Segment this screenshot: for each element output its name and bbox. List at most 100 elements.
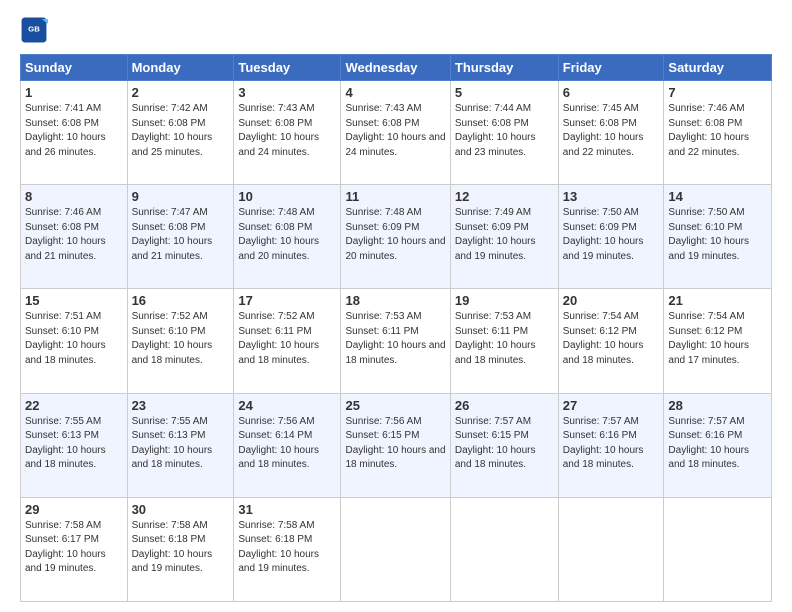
- calendar-cell: 13 Sunrise: 7:50 AMSunset: 6:09 PMDayligh…: [558, 185, 664, 289]
- cell-day-number: 17: [238, 293, 336, 308]
- cell-info: Sunrise: 7:46 AMSunset: 6:08 PMDaylight:…: [25, 206, 123, 264]
- cell-info: Sunrise: 7:51 AMSunset: 6:10 PMDaylight:…: [25, 310, 123, 368]
- cell-day-number: 31: [238, 502, 336, 517]
- weekday-header-friday: Friday: [558, 55, 664, 81]
- cell-day-number: 1: [25, 85, 123, 100]
- cell-info: Sunrise: 7:54 AMSunset: 6:12 PMDaylight:…: [668, 310, 767, 368]
- calendar-body: 1 Sunrise: 7:41 AMSunset: 6:08 PMDaylight…: [21, 81, 772, 602]
- calendar-cell: 18Sunrise: 7:53 AMSunset: 6:11 PMDayligh…: [341, 289, 450, 393]
- cell-info: Sunrise: 7:57 AMSunset: 6:16 PMDaylight:…: [563, 415, 660, 473]
- cell-day-number: 2: [132, 85, 230, 100]
- calendar-cell: 16 Sunrise: 7:52 AMSunset: 6:10 PMDayligh…: [127, 289, 234, 393]
- cell-day-number: 27: [563, 398, 660, 413]
- svg-text:GB: GB: [28, 25, 40, 34]
- calendar-cell: 15 Sunrise: 7:51 AMSunset: 6:10 PMDayligh…: [21, 289, 128, 393]
- cell-info: Sunrise: 7:53 AMSunset: 6:11 PMDaylight:…: [455, 310, 554, 368]
- calendar-table: SundayMondayTuesdayWednesdayThursdayFrid…: [20, 54, 772, 602]
- calendar-cell: 1 Sunrise: 7:41 AMSunset: 6:08 PMDaylight…: [21, 81, 128, 185]
- cell-day-number: 18: [345, 293, 445, 308]
- cell-info: Sunrise: 7:56 AMSunset: 6:14 PMDaylight:…: [238, 415, 336, 473]
- cell-day-number: 20: [563, 293, 660, 308]
- calendar-cell: 14Sunrise: 7:50 AMSunset: 6:10 PMDayligh…: [664, 185, 772, 289]
- cell-day-number: 23: [132, 398, 230, 413]
- week-row: 8Sunrise: 7:46 AMSunset: 6:08 PMDaylight…: [21, 185, 772, 289]
- calendar-cell: 10 Sunrise: 7:48 AMSunset: 6:08 PMDayligh…: [234, 185, 341, 289]
- header: GB: [20, 16, 772, 44]
- calendar-cell: 7 Sunrise: 7:46 AMSunset: 6:08 PMDaylight…: [664, 81, 772, 185]
- page: GB SundayMondayTuesdayWednesdayThursdayF…: [0, 0, 792, 612]
- calendar-cell: 26Sunrise: 7:57 AMSunset: 6:15 PMDayligh…: [450, 393, 558, 497]
- week-row: 1 Sunrise: 7:41 AMSunset: 6:08 PMDaylight…: [21, 81, 772, 185]
- calendar-cell: 30 Sunrise: 7:58 AMSunset: 6:18 PMDayligh…: [127, 497, 234, 601]
- cell-info: Sunrise: 7:41 AMSunset: 6:08 PMDaylight:…: [25, 102, 123, 160]
- cell-day-number: 29: [25, 502, 123, 517]
- calendar-cell: 31Sunrise: 7:58 AMSunset: 6:18 PMDayligh…: [234, 497, 341, 601]
- weekday-header-sunday: Sunday: [21, 55, 128, 81]
- cell-day-number: 10: [238, 189, 336, 204]
- cell-day-number: 3: [238, 85, 336, 100]
- cell-day-number: 6: [563, 85, 660, 100]
- calendar-cell: 3Sunrise: 7:43 AMSunset: 6:08 PMDaylight…: [234, 81, 341, 185]
- calendar-cell: 17Sunrise: 7:52 AMSunset: 6:11 PMDayligh…: [234, 289, 341, 393]
- cell-info: Sunrise: 7:48 AMSunset: 6:08 PMDaylight:…: [238, 206, 336, 264]
- calendar-cell: 8Sunrise: 7:46 AMSunset: 6:08 PMDaylight…: [21, 185, 128, 289]
- cell-day-number: 15: [25, 293, 123, 308]
- cell-info: Sunrise: 7:52 AMSunset: 6:10 PMDaylight:…: [132, 310, 230, 368]
- calendar-cell: 27 Sunrise: 7:57 AMSunset: 6:16 PMDayligh…: [558, 393, 664, 497]
- weekday-header-tuesday: Tuesday: [234, 55, 341, 81]
- cell-day-number: 14: [668, 189, 767, 204]
- cell-info: Sunrise: 7:44 AMSunset: 6:08 PMDaylight:…: [455, 102, 554, 160]
- cell-day-number: 30: [132, 502, 230, 517]
- calendar-cell: 28 Sunrise: 7:57 AMSunset: 6:16 PMDayligh…: [664, 393, 772, 497]
- cell-info: Sunrise: 7:58 AMSunset: 6:18 PMDaylight:…: [132, 519, 230, 577]
- logo: GB: [20, 16, 50, 44]
- cell-info: Sunrise: 7:46 AMSunset: 6:08 PMDaylight:…: [668, 102, 767, 160]
- calendar-cell: 24 Sunrise: 7:56 AMSunset: 6:14 PMDayligh…: [234, 393, 341, 497]
- calendar-cell: 6 Sunrise: 7:45 AMSunset: 6:08 PMDaylight…: [558, 81, 664, 185]
- cell-info: Sunrise: 7:50 AMSunset: 6:09 PMDaylight:…: [563, 206, 660, 264]
- cell-day-number: 11: [345, 189, 445, 204]
- calendar-cell: 19 Sunrise: 7:53 AMSunset: 6:11 PMDayligh…: [450, 289, 558, 393]
- cell-day-number: 19: [455, 293, 554, 308]
- cell-day-number: 16: [132, 293, 230, 308]
- calendar-cell: 21Sunrise: 7:54 AMSunset: 6:12 PMDayligh…: [664, 289, 772, 393]
- calendar-cell: 2Sunrise: 7:42 AMSunset: 6:08 PMDaylight…: [127, 81, 234, 185]
- weekday-header-thursday: Thursday: [450, 55, 558, 81]
- calendar-cell: [450, 497, 558, 601]
- calendar-cell: [558, 497, 664, 601]
- calendar-cell: [664, 497, 772, 601]
- calendar-cell: 11 Sunrise: 7:48 AMSunset: 6:09 PMDayligh…: [341, 185, 450, 289]
- cell-day-number: 22: [25, 398, 123, 413]
- cell-day-number: 7: [668, 85, 767, 100]
- cell-day-number: 24: [238, 398, 336, 413]
- cell-day-number: 25: [345, 398, 445, 413]
- cell-info: Sunrise: 7:45 AMSunset: 6:08 PMDaylight:…: [563, 102, 660, 160]
- calendar-cell: 9Sunrise: 7:47 AMSunset: 6:08 PMDaylight…: [127, 185, 234, 289]
- cell-info: Sunrise: 7:55 AMSunset: 6:13 PMDaylight:…: [25, 415, 123, 473]
- week-row: 15 Sunrise: 7:51 AMSunset: 6:10 PMDayligh…: [21, 289, 772, 393]
- calendar-cell: 23Sunrise: 7:55 AMSunset: 6:13 PMDayligh…: [127, 393, 234, 497]
- cell-day-number: 4: [345, 85, 445, 100]
- weekday-header-monday: Monday: [127, 55, 234, 81]
- cell-info: Sunrise: 7:49 AMSunset: 6:09 PMDaylight:…: [455, 206, 554, 264]
- calendar-cell: 5 Sunrise: 7:44 AMSunset: 6:08 PMDaylight…: [450, 81, 558, 185]
- cell-info: Sunrise: 7:57 AMSunset: 6:15 PMDaylight:…: [455, 415, 554, 473]
- cell-info: Sunrise: 7:56 AMSunset: 6:15 PMDaylight:…: [345, 415, 445, 473]
- calendar-header: SundayMondayTuesdayWednesdayThursdayFrid…: [21, 55, 772, 81]
- calendar-cell: 12Sunrise: 7:49 AMSunset: 6:09 PMDayligh…: [450, 185, 558, 289]
- weekday-header-saturday: Saturday: [664, 55, 772, 81]
- cell-day-number: 9: [132, 189, 230, 204]
- calendar-cell: 22 Sunrise: 7:55 AMSunset: 6:13 PMDayligh…: [21, 393, 128, 497]
- cell-info: Sunrise: 7:48 AMSunset: 6:09 PMDaylight:…: [345, 206, 445, 264]
- cell-info: Sunrise: 7:54 AMSunset: 6:12 PMDaylight:…: [563, 310, 660, 368]
- calendar-cell: 29 Sunrise: 7:58 AMSunset: 6:17 PMDayligh…: [21, 497, 128, 601]
- cell-info: Sunrise: 7:57 AMSunset: 6:16 PMDaylight:…: [668, 415, 767, 473]
- cell-day-number: 13: [563, 189, 660, 204]
- weekday-row: SundayMondayTuesdayWednesdayThursdayFrid…: [21, 55, 772, 81]
- cell-info: Sunrise: 7:58 AMSunset: 6:17 PMDaylight:…: [25, 519, 123, 577]
- weekday-header-wednesday: Wednesday: [341, 55, 450, 81]
- calendar-cell: 25 Sunrise: 7:56 AMSunset: 6:15 PMDayligh…: [341, 393, 450, 497]
- cell-day-number: 5: [455, 85, 554, 100]
- cell-day-number: 28: [668, 398, 767, 413]
- calendar-cell: 4Sunrise: 7:43 AMSunset: 6:08 PMDaylight…: [341, 81, 450, 185]
